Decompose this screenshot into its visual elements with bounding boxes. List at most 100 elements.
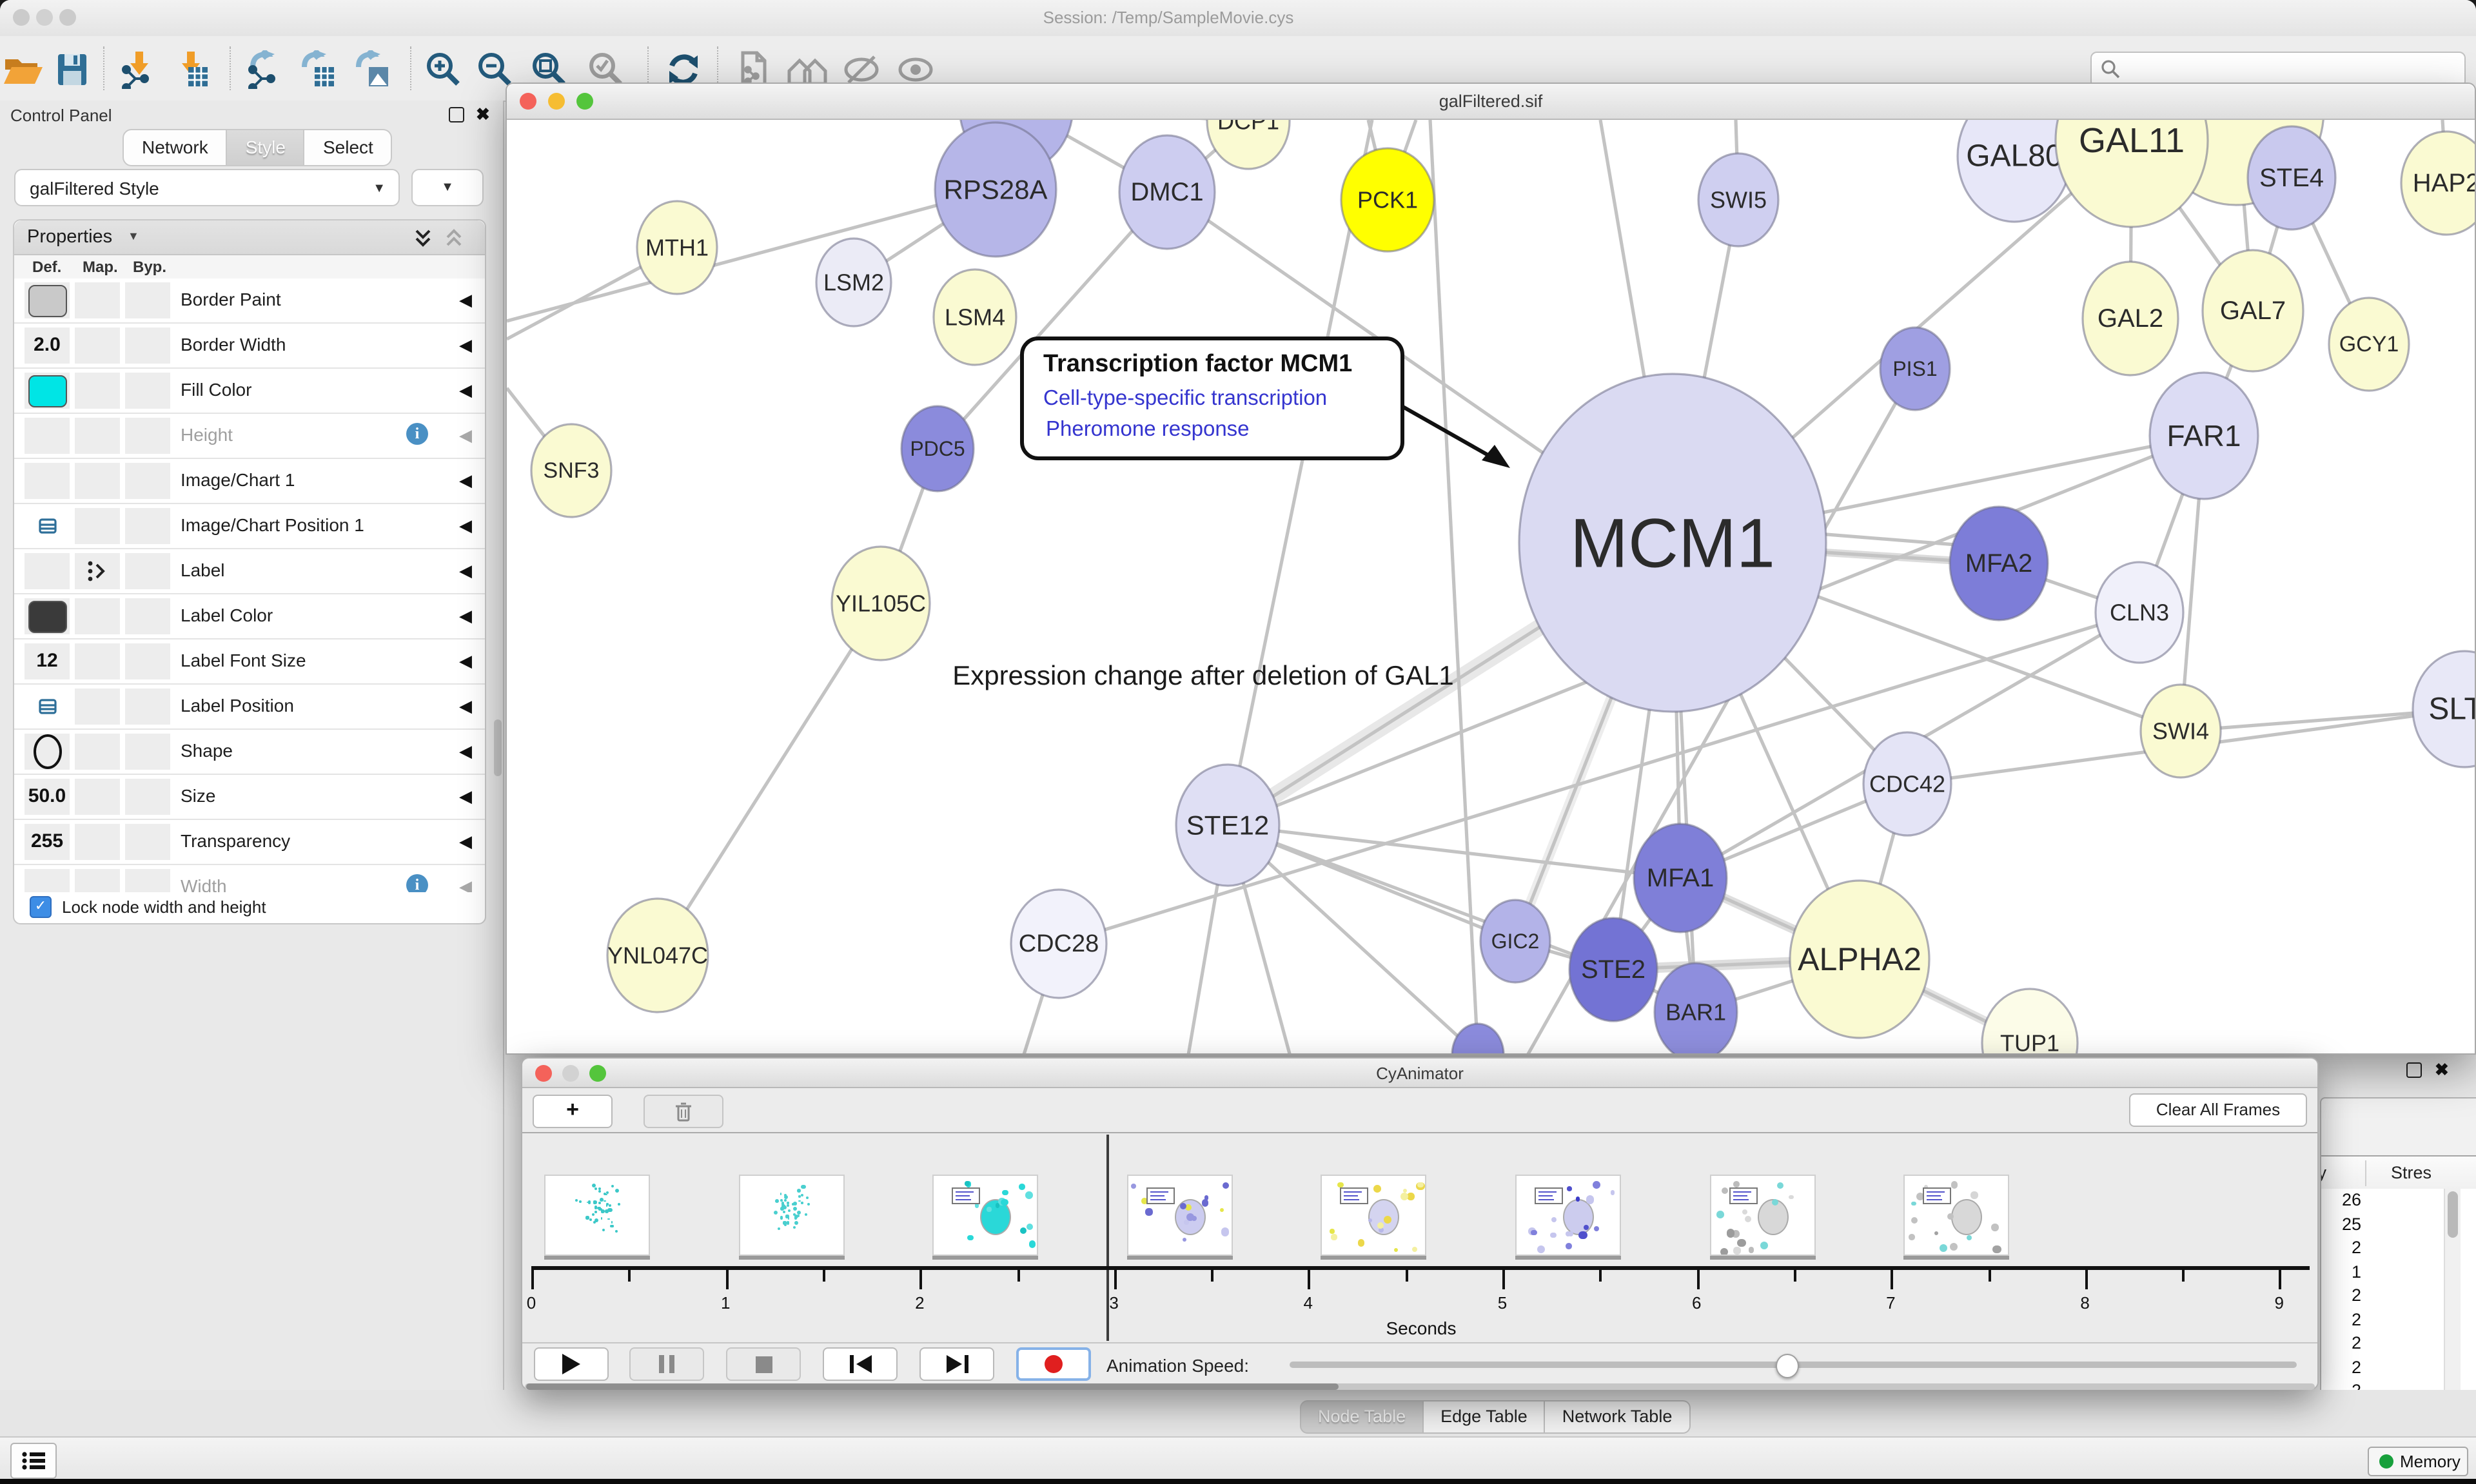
- expand-arrow-icon[interactable]: ◀: [459, 290, 472, 311]
- default-value[interactable]: 50.0: [25, 785, 70, 807]
- skip-to-end-button[interactable]: [919, 1347, 994, 1381]
- annotation-link-2[interactable]: Pheromone response: [1046, 418, 1250, 442]
- record-button[interactable]: [1016, 1347, 1091, 1381]
- property-row-transparency[interactable]: 255Transparency◀: [14, 820, 485, 865]
- frame-thumbnail-0[interactable]: [544, 1175, 650, 1256]
- property-row-image-chart-1[interactable]: Image/Chart 1◀: [14, 459, 485, 504]
- property-row-size[interactable]: 50.0Size◀: [14, 775, 485, 820]
- frame-thumbnail-7[interactable]: [1903, 1175, 2009, 1256]
- position-icon[interactable]: [37, 516, 58, 536]
- node-label-gal7: GAL7: [2220, 297, 2286, 325]
- expand-arrow-icon[interactable]: ◀: [459, 741, 472, 762]
- table-scrollbar[interactable]: [2444, 1189, 2461, 1401]
- default-swatch[interactable]: [28, 285, 67, 317]
- frame-thumbnail-6[interactable]: [1709, 1175, 1815, 1256]
- default-swatch[interactable]: [28, 375, 67, 407]
- import-network-button[interactable]: [117, 49, 161, 90]
- table-column-ity[interactable]: ity: [2320, 1163, 2326, 1182]
- network-window-titlebar[interactable]: galFiltered.sif: [507, 84, 2475, 120]
- cyanimator-hscrollbar[interactable]: [525, 1383, 2315, 1390]
- property-row-shape[interactable]: Shape ◀: [14, 730, 485, 775]
- tab-network[interactable]: Network: [123, 129, 228, 166]
- table-column-stress[interactable]: Stres: [2391, 1163, 2432, 1182]
- tab-node-table[interactable]: Node Table: [1300, 1400, 1424, 1434]
- zoom-in-button[interactable]: [422, 49, 466, 90]
- tab-select[interactable]: Select: [305, 129, 393, 166]
- annotation-box[interactable]: Transcription factor MCM1 Cell-type-spec…: [1020, 337, 1404, 460]
- annotation-link-1[interactable]: Cell-type-specific transcription: [1043, 387, 1327, 411]
- default-value[interactable]: 12: [25, 650, 70, 672]
- property-row-label-color[interactable]: Label Color◀: [14, 594, 485, 639]
- expand-arrow-icon[interactable]: ◀: [459, 832, 472, 852]
- float-panel-icon[interactable]: [449, 107, 464, 122]
- property-row-label-position[interactable]: Label Position◀: [14, 685, 485, 730]
- frame-thumbnail-5[interactable]: [1515, 1175, 1621, 1256]
- stop-button[interactable]: [726, 1347, 801, 1381]
- expand-arrow-icon[interactable]: ◀: [459, 471, 472, 491]
- expand-all-icon[interactable]: [413, 228, 433, 249]
- expand-arrow-icon[interactable]: ◀: [459, 696, 472, 717]
- style-options-button[interactable]: ▼: [411, 169, 484, 206]
- export-table-button[interactable]: [295, 49, 339, 90]
- annotation-mini: [1146, 1187, 1175, 1204]
- export-image-button[interactable]: [349, 49, 393, 90]
- expand-arrow-icon[interactable]: ◀: [459, 425, 472, 446]
- property-row-image-chart-position-1[interactable]: Image/Chart Position 1◀: [14, 504, 485, 549]
- property-row-label-font-size[interactable]: 12Label Font Size◀: [14, 639, 485, 685]
- add-frame-button[interactable]: +: [533, 1095, 613, 1128]
- property-row-label[interactable]: Label◀: [14, 549, 485, 594]
- expand-arrow-icon[interactable]: ◀: [459, 380, 472, 401]
- control-panel-scrollbar[interactable]: [494, 719, 502, 776]
- node-label-gal80: GAL80: [1966, 139, 2062, 173]
- position-icon[interactable]: [37, 696, 58, 717]
- frame-thumbnail-4[interactable]: [1321, 1175, 1427, 1256]
- lock-node-checkbox[interactable]: ✓: [30, 896, 52, 918]
- node-nodex[interactable]: [1452, 1024, 1504, 1053]
- property-row-fill-color[interactable]: Fill Color◀: [14, 369, 485, 414]
- default-value[interactable]: 255: [25, 830, 70, 852]
- default-value[interactable]: 2.0: [25, 334, 70, 356]
- frame-thumbnail-2[interactable]: [932, 1175, 1038, 1256]
- close-panel-icon[interactable]: ✖: [476, 108, 490, 121]
- network-canvas[interactable]: RPS28BDCP1RPS28ADMC1PCK1SWI5GAL80GAL11ST…: [507, 120, 2475, 1053]
- open-folder-button[interactable]: [1, 49, 45, 90]
- expand-arrow-icon[interactable]: ◀: [459, 516, 472, 536]
- animation-speed-thumb[interactable]: [1776, 1354, 1799, 1378]
- cyanimator-titlebar[interactable]: CyAnimator: [522, 1059, 2317, 1088]
- pause-button[interactable]: [629, 1347, 704, 1381]
- export-network-button[interactable]: [244, 49, 288, 90]
- clear-all-frames-button[interactable]: Clear All Frames: [2129, 1093, 2307, 1127]
- style-select[interactable]: galFiltered Style ▼: [14, 169, 400, 206]
- expand-arrow-icon[interactable]: ◀: [459, 606, 472, 627]
- skip-to-start-button[interactable]: [823, 1347, 898, 1381]
- delete-frame-button[interactable]: [644, 1095, 723, 1128]
- save-button[interactable]: [50, 49, 94, 90]
- frame-thumbnail-1[interactable]: [738, 1175, 844, 1256]
- cyanimator-timeline[interactable]: 0123456789 Seconds: [522, 1132, 2317, 1343]
- float-table-panel-icon[interactable]: [2406, 1062, 2422, 1078]
- collapse-all-icon[interactable]: [444, 228, 464, 249]
- show-panels-button[interactable]: [10, 1443, 57, 1479]
- mapping-icon[interactable]: [86, 560, 110, 583]
- import-table-button[interactable]: [169, 49, 213, 90]
- property-row-border-width[interactable]: 2.0Border Width◀: [14, 324, 485, 369]
- memory-button[interactable]: Memory: [2368, 1447, 2468, 1476]
- default-swatch[interactable]: [28, 601, 67, 633]
- property-row-height[interactable]: Heighti◀: [14, 414, 485, 459]
- expand-arrow-icon[interactable]: ◀: [459, 786, 472, 807]
- properties-header[interactable]: Properties ▼: [14, 220, 485, 255]
- property-row-border-paint[interactable]: Border Paint◀: [14, 278, 485, 324]
- expand-arrow-icon[interactable]: ◀: [459, 335, 472, 356]
- tab-edge-table[interactable]: Edge Table: [1424, 1400, 1546, 1434]
- expand-arrow-icon[interactable]: ◀: [459, 651, 472, 672]
- annotation-mini: [1923, 1187, 1951, 1204]
- close-table-panel-icon[interactable]: ✖: [2435, 1064, 2449, 1077]
- expand-arrow-icon[interactable]: ◀: [459, 561, 472, 581]
- ellipse-shape-icon[interactable]: [30, 734, 66, 770]
- tab-network-table[interactable]: Network Table: [1546, 1400, 1691, 1434]
- info-icon[interactable]: i: [406, 423, 428, 445]
- frame-thumbnail-3[interactable]: [1127, 1175, 1233, 1256]
- play-button[interactable]: [534, 1347, 609, 1381]
- tab-style[interactable]: Style: [228, 129, 305, 166]
- property-label: Shape: [181, 740, 233, 761]
